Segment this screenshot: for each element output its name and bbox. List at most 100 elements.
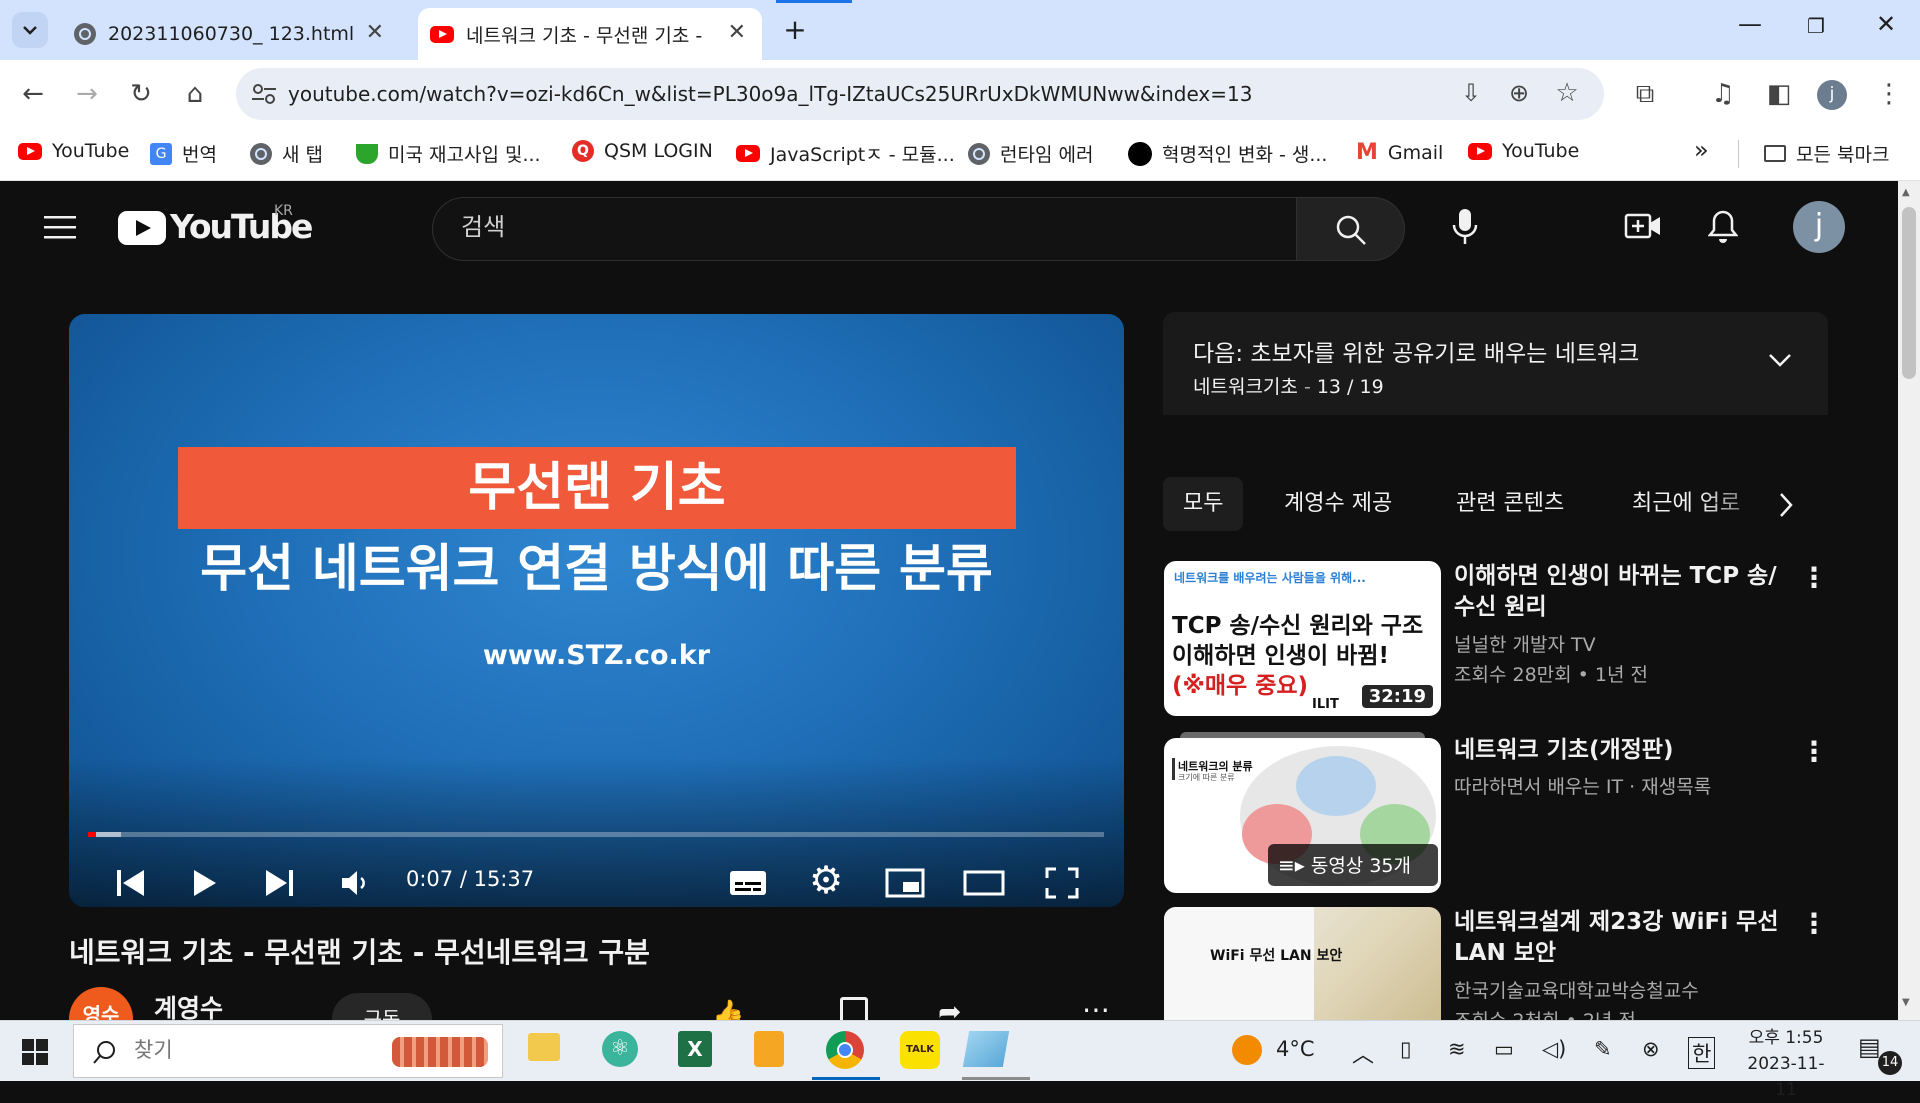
more-bookmarks-button[interactable]: » bbox=[1694, 136, 1709, 164]
close-icon[interactable]: ✕ bbox=[728, 20, 746, 45]
kakaotalk-icon[interactable]: TALK bbox=[900, 1031, 940, 1069]
recommendation-thumbnail[interactable]: WiFi 무선 LAN 보안 bbox=[1164, 907, 1441, 1020]
forward-icon[interactable]: → bbox=[70, 78, 104, 110]
chip-from-channel[interactable]: 계영수 제공 bbox=[1264, 477, 1412, 531]
eraser-app-icon[interactable] bbox=[962, 1031, 1010, 1067]
dislike-icon[interactable] bbox=[840, 997, 868, 1020]
microphone-icon[interactable] bbox=[1450, 207, 1480, 247]
recommendation-title[interactable]: 네트워크설계 제23강 WiFi 무선 LAN 보안 bbox=[1454, 907, 1794, 969]
chip-related[interactable]: 관련 콘텐츠 bbox=[1436, 477, 1584, 531]
bookmark-javascript[interactable]: JavaScriptㅈ - 모듈... bbox=[736, 140, 955, 167]
next-icon[interactable] bbox=[263, 867, 295, 899]
subscribe-button[interactable]: 구독 bbox=[332, 993, 432, 1020]
previous-icon[interactable] bbox=[115, 867, 147, 899]
install-app-icon[interactable]: ⇩ bbox=[1454, 77, 1488, 109]
weather-sun-icon[interactable] bbox=[1232, 1035, 1262, 1065]
recommendation-channel[interactable]: 따라하면서 배우는 IT · 재생목록 bbox=[1454, 773, 1814, 801]
pen-icon[interactable]: ✎ bbox=[1594, 1037, 1612, 1061]
chevron-down-icon[interactable] bbox=[1767, 350, 1793, 370]
side-panel-icon[interactable]: ◧ bbox=[1762, 78, 1796, 110]
extensions-icon[interactable]: ⧉ bbox=[1628, 78, 1662, 110]
file-explorer-icon[interactable] bbox=[528, 1033, 560, 1061]
taskbar-search-input[interactable] bbox=[132, 1037, 336, 1063]
progress-bar[interactable] bbox=[88, 832, 1104, 837]
weather-temp[interactable]: 4°C bbox=[1276, 1037, 1315, 1061]
bookmark-gmail[interactable]: M Gmail bbox=[1356, 140, 1443, 165]
ime-indicator[interactable]: 한 bbox=[1688, 1037, 1716, 1069]
recommendation-thumbnail[interactable]: 네트워크를 배우려는 사람들을 위해... TCP 송/수신 원리와 구조 이해… bbox=[1164, 561, 1441, 716]
search-box[interactable] bbox=[432, 197, 1297, 261]
recommendation-thumbnail[interactable]: 네트워크의 분류 크기에 따른 분류 ≡▸ 동영상 35개 bbox=[1164, 738, 1441, 893]
clock[interactable]: 오후 1:55 2023-11-11 bbox=[1738, 1025, 1834, 1103]
settings-gear-icon[interactable]: ⚙ bbox=[809, 858, 843, 902]
atom-app-icon[interactable]: ⚛ bbox=[602, 1031, 638, 1067]
media-control-icon[interactable]: ♫ bbox=[1706, 78, 1740, 110]
address-bar[interactable]: youtube.com/watch?v=ozi-kd6Cn_w&list=PL3… bbox=[236, 68, 1604, 120]
bookmark-us-stock[interactable]: 미국 재고사입 및... bbox=[356, 140, 541, 167]
recommendation-channel[interactable]: 한국기술교육대학교박승철교수 bbox=[1454, 977, 1814, 1005]
minimize-icon[interactable]: — bbox=[1730, 10, 1770, 38]
chip-all[interactable]: 모두 bbox=[1163, 477, 1244, 531]
tab-youtube[interactable]: 네트워크 기초 - 무선랜 기초 - ✕ bbox=[418, 8, 762, 60]
recommendation-title[interactable]: 이해하면 인생이 바뀌는 TCP 송/수신 원리 bbox=[1454, 561, 1794, 623]
battery-icon[interactable]: ▭ bbox=[1494, 1037, 1514, 1061]
bookmark-youtube-2[interactable]: YouTube bbox=[1468, 140, 1579, 162]
restore-icon[interactable]: ❐ bbox=[1796, 14, 1836, 38]
back-icon[interactable]: ← bbox=[16, 78, 50, 110]
bookmark-runtime-error[interactable]: 런타임 에러 bbox=[968, 140, 1093, 167]
scroll-down-icon[interactable]: ▼ bbox=[1902, 997, 1910, 1008]
video-player[interactable]: 무선랜 기초 무선 네트워크 연결 방식에 따른 분류 www.STZ.co.k… bbox=[69, 314, 1124, 907]
more-actions-icon[interactable]: ⋯ bbox=[1082, 993, 1110, 1020]
menu-icon[interactable]: ⋮ bbox=[1872, 78, 1906, 110]
taskbar-search[interactable] bbox=[73, 1024, 503, 1078]
chevron-up-icon[interactable]: ︿ bbox=[1352, 1037, 1374, 1069]
more-vert-icon[interactable]: ⋮ bbox=[1800, 735, 1828, 768]
scroll-up-icon[interactable]: ▲ bbox=[1902, 187, 1910, 198]
chevron-right-icon[interactable] bbox=[1776, 491, 1796, 519]
share-icon[interactable]: ➦ bbox=[938, 995, 961, 1020]
more-vert-icon[interactable]: ⋮ bbox=[1800, 907, 1828, 940]
device-icon[interactable]: ▯ bbox=[1400, 1037, 1412, 1061]
playlist-panel[interactable]: 다음: 초보자를 위한 공유기로 배우는 네트워크 네트워크기초 - 13 / … bbox=[1163, 312, 1828, 415]
play-icon[interactable] bbox=[191, 867, 219, 899]
more-vert-icon[interactable]: ⋮ bbox=[1800, 561, 1828, 594]
close-icon[interactable]: ✕ bbox=[366, 20, 384, 45]
bookmark-star-icon[interactable]: ☆ bbox=[1550, 77, 1584, 109]
recommendation-channel[interactable]: 널널한 개발자 TV bbox=[1454, 631, 1814, 659]
profile-avatar[interactable]: j bbox=[1817, 80, 1847, 110]
playlist-name[interactable]: 네트워크기초 bbox=[1193, 376, 1298, 398]
windows-start-icon[interactable] bbox=[22, 1039, 48, 1065]
speaker-icon[interactable]: ◁) bbox=[1542, 1037, 1566, 1061]
close-circle-icon[interactable]: ⊗ bbox=[1642, 1037, 1660, 1061]
close-window-icon[interactable]: ✕ bbox=[1866, 10, 1906, 38]
chrome-icon[interactable] bbox=[826, 1031, 864, 1069]
reload-icon[interactable]: ↻ bbox=[124, 78, 158, 110]
channel-avatar[interactable]: 영수 bbox=[69, 987, 133, 1020]
page-scrollbar[interactable]: ▲ ▼ bbox=[1898, 181, 1920, 1020]
zoom-icon[interactable]: ⊕ bbox=[1502, 77, 1536, 109]
theater-mode-icon[interactable] bbox=[963, 867, 1005, 899]
home-icon[interactable]: ⌂ bbox=[178, 78, 212, 110]
fullscreen-icon[interactable] bbox=[1045, 867, 1079, 899]
tab-search-button[interactable] bbox=[12, 12, 48, 48]
notifications-bell-icon[interactable] bbox=[1708, 209, 1738, 245]
bookmark-revolution[interactable]: 혁명적인 변화 - 생... bbox=[1128, 140, 1327, 167]
volume-icon[interactable] bbox=[339, 867, 369, 899]
tab-html-file[interactable]: 202311060730_ 123.html ✕ bbox=[60, 8, 400, 60]
scrollbar-thumb[interactable] bbox=[1902, 207, 1916, 379]
notification-icon[interactable]: ▤ bbox=[1858, 1033, 1881, 1061]
recommendation-title[interactable]: 네트워크 기초(개정판) bbox=[1454, 735, 1794, 766]
new-tab-button[interactable]: + bbox=[776, 12, 814, 50]
notes-app-icon[interactable] bbox=[754, 1031, 784, 1067]
search-input[interactable] bbox=[459, 212, 1243, 242]
like-icon[interactable]: 👍 bbox=[712, 999, 744, 1020]
miniplayer-icon[interactable] bbox=[885, 867, 925, 899]
wifi-icon[interactable]: ≋ bbox=[1448, 1037, 1466, 1061]
search-button[interactable] bbox=[1297, 197, 1405, 261]
site-info-icon[interactable] bbox=[250, 81, 278, 107]
hamburger-menu-icon[interactable] bbox=[44, 215, 76, 241]
channel-name[interactable]: 계영수 bbox=[154, 989, 223, 1020]
account-avatar[interactable]: j bbox=[1793, 201, 1845, 253]
bookmark-translate[interactable]: G 번역 bbox=[150, 140, 217, 167]
create-video-icon[interactable] bbox=[1624, 211, 1662, 243]
